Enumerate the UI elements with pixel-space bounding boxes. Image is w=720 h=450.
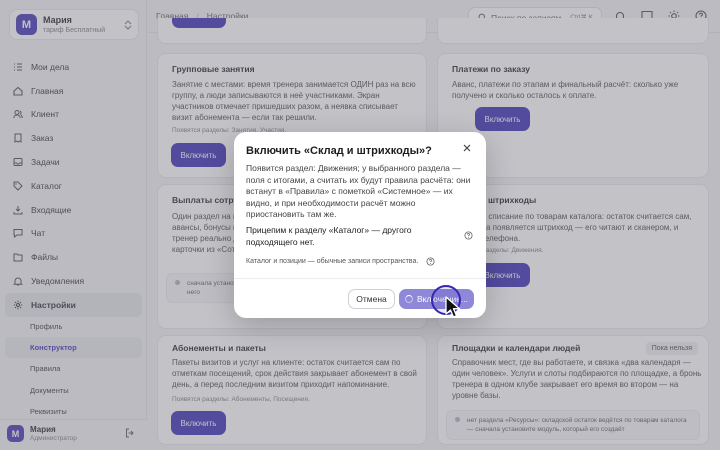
dialog-attach-note: Прицепим к разделу «Каталог» — другого п… — [246, 225, 412, 247]
dialog-title: Включить «Склад и штрихкоды»? — [246, 145, 432, 157]
dialog-description: Появится раздел: Движения; у выбранного … — [246, 163, 471, 219]
help-icon[interactable] — [426, 257, 435, 266]
close-icon[interactable] — [462, 143, 472, 153]
help-icon[interactable] — [464, 231, 473, 240]
cancel-button[interactable]: Отмена — [348, 289, 395, 309]
dialog-caption: Каталог и позиции — обычные записи прост… — [246, 258, 419, 265]
spinner-icon — [404, 295, 413, 303]
mouse-cursor-icon — [445, 296, 461, 318]
dialog-divider — [234, 278, 486, 279]
